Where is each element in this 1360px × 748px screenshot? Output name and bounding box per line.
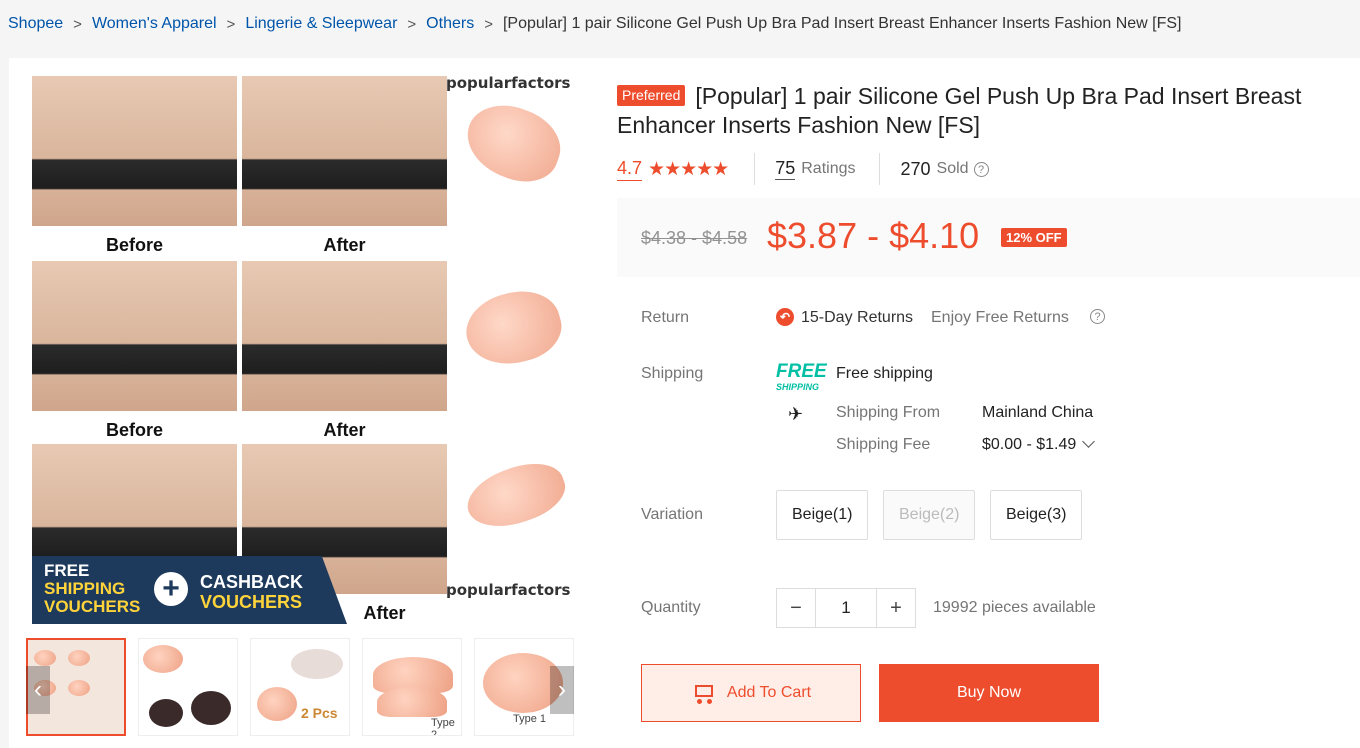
free-shipping-logo-small: SHIPPING — [776, 382, 820, 392]
return-policy: 15-Day Returns — [801, 309, 914, 326]
promo-cashback: CASHBACK — [200, 572, 303, 592]
main-product-image[interactable]: Before After Before After After FREE SHI… — [26, 68, 574, 626]
original-price: $4.38 - $4.58 — [641, 228, 748, 248]
variation-option-beige-3[interactable]: Beige(3) — [990, 490, 1083, 540]
variation-option-beige-2: Beige(2) — [883, 490, 976, 540]
promo-banner: FREE SHIPPING VOUCHERS + CASHBACK VOUCHE… — [32, 556, 347, 624]
breadcrumb-link-others[interactable]: Others — [426, 15, 474, 33]
photo-grid: Before After Before After After FREE SHI… — [32, 76, 452, 624]
stock-available: 19992 pieces available — [933, 599, 1096, 616]
prev-arrow-icon[interactable]: ‹ — [26, 666, 50, 714]
star-rating-icon: ★★★★★ — [648, 158, 729, 180]
breadcrumb-separator: > — [226, 15, 236, 33]
before-photo: Before — [32, 76, 237, 255]
shipping-fee-label: Shipping Fee — [836, 436, 931, 453]
free-shipping-text: Free shipping — [836, 365, 933, 382]
increase-quantity-button[interactable]: + — [877, 589, 915, 627]
sold-label: Sold — [936, 160, 969, 177]
add-to-cart-label: Add To Cart — [726, 684, 812, 701]
breadcrumb-separator: > — [407, 15, 417, 33]
watermark: popularfactors — [446, 74, 571, 92]
sold-count: 270 — [900, 158, 931, 179]
price-box: $4.38 - $4.58 $3.87 - $4.10 12% OFF — [617, 198, 1360, 277]
plus-icon: + — [154, 572, 188, 606]
quantity-label: Quantity — [641, 599, 701, 616]
divider — [754, 153, 756, 185]
promo-vouchers: VOUCHERS — [44, 597, 141, 616]
divider — [879, 153, 881, 185]
free-shipping-icon: FREE SHIPPING — [776, 361, 828, 394]
return-icon: ↶ — [776, 308, 794, 326]
return-label: Return — [641, 309, 690, 326]
breadcrumb-separator: > — [484, 15, 493, 33]
thumbnail-4[interactable]: Type 2 — [362, 638, 462, 736]
discount-badge: 12% OFF — [1001, 228, 1067, 247]
two-pcs-label: 2 Pcs — [301, 705, 338, 721]
promo-cashback-vouchers: VOUCHERS — [200, 592, 303, 612]
before-photo: Before — [32, 261, 237, 440]
product-title: [Popular] 1 pair Silicone Gel Push Up Br… — [617, 83, 1302, 138]
promo-shipping: SHIPPING — [44, 579, 126, 598]
promo-free: FREE — [44, 561, 90, 580]
thumbnail-strip: 2 Pcs Type 2 Type 1 ‹ › — [26, 636, 574, 738]
shipping-from-value: Mainland China — [982, 404, 1094, 421]
plane-icon: ✈ — [788, 404, 804, 424]
next-arrow-icon[interactable]: › — [550, 666, 574, 714]
quantity-input[interactable]: 1 — [815, 589, 877, 627]
variation-option-beige-1[interactable]: Beige(1) — [776, 490, 869, 540]
current-price: $3.87 - $4.10 — [767, 215, 980, 256]
cart-icon — [691, 682, 715, 704]
preferred-badge: Preferred — [617, 85, 686, 106]
pad-image — [458, 281, 569, 375]
add-to-cart-button[interactable]: Add To Cart — [641, 664, 861, 722]
type1-label: Type 1 — [513, 713, 547, 725]
ratings-count[interactable]: 75 — [775, 158, 796, 180]
after-photo: After — [242, 76, 447, 255]
after-photo: After — [242, 261, 447, 440]
rating-value[interactable]: 4.7 — [617, 158, 643, 181]
buy-now-label: Buy Now — [956, 684, 1022, 701]
photo-caption: Before — [105, 235, 163, 255]
pad-image — [459, 452, 573, 539]
chevron-down-icon — [1082, 435, 1096, 448]
variation-label: Variation — [641, 506, 703, 523]
shipping-fee-dropdown[interactable]: $0.00 - $1.49 — [982, 435, 1096, 454]
watermark: popularfactors — [446, 581, 571, 599]
decrease-quantity-button[interactable]: − — [777, 589, 815, 627]
thumbnail-2[interactable] — [138, 638, 238, 736]
breadcrumb-link-womens-apparel[interactable]: Women's Apparel — [92, 15, 217, 33]
shipping-label: Shipping — [641, 365, 704, 382]
product-stats: 4.7 ★★★★★ 75 Ratings 270 Sold ? — [617, 152, 989, 186]
type2-label: Type 2 — [431, 717, 455, 736]
breadcrumb-separator: > — [73, 15, 82, 33]
quantity-stepper: − 1 + — [776, 588, 916, 628]
help-icon[interactable]: ? — [973, 161, 989, 177]
thumbnail-3[interactable]: 2 Pcs — [250, 638, 350, 736]
shipping-from-label: Shipping From — [836, 404, 941, 421]
breadcrumb: Shopee > Women's Apparel > Lingerie & Sl… — [8, 14, 1182, 34]
buy-now-button[interactable]: Buy Now — [879, 664, 1099, 722]
return-help-icon[interactable]: ? — [1090, 309, 1105, 324]
free-shipping-logo-big: FREE — [776, 361, 827, 382]
pad-image — [456, 93, 571, 193]
photo-caption: Before — [105, 420, 163, 440]
breadcrumb-current: [Popular] 1 pair Silicone Gel Push Up Br… — [502, 15, 1182, 32]
photo-caption: After — [323, 420, 366, 440]
breadcrumb-link-lingerie[interactable]: Lingerie & Sleepwear — [245, 15, 397, 33]
breadcrumb-link-shopee[interactable]: Shopee — [8, 15, 63, 33]
free-returns-text: Enjoy Free Returns — [931, 309, 1069, 326]
ratings-label: Ratings — [801, 160, 856, 177]
product-title-row: Preferred [Popular] 1 pair Silicone Gel P… — [617, 82, 1352, 140]
product-card: Before After Before After After FREE SHI… — [9, 58, 1360, 748]
shipping-fee-value: $0.00 - $1.49 — [982, 436, 1077, 453]
photo-caption: After — [323, 235, 366, 255]
